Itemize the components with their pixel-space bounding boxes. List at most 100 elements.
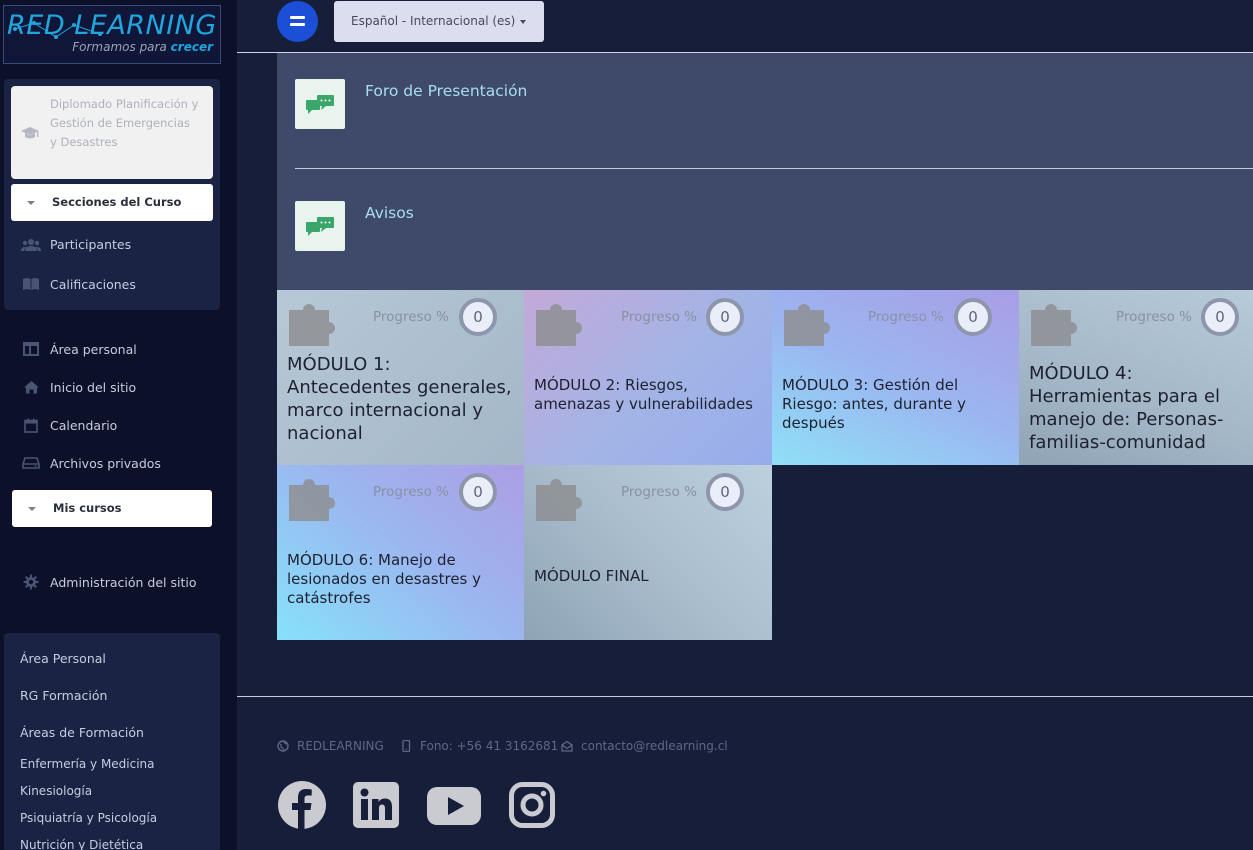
forum-link-announcements[interactable]: Avisos	[365, 204, 414, 222]
caret-down-icon	[27, 201, 35, 205]
hamburger-icon-bar	[290, 23, 305, 26]
forum-link-presentation[interactable]: Foro de Presentación	[365, 82, 527, 100]
progress-value: 0	[720, 483, 730, 501]
progress-label: Progreso %	[868, 309, 944, 325]
linkedin-icon[interactable]	[353, 782, 399, 828]
nav-item-dashboard[interactable]: Área personal	[20, 338, 137, 360]
nav-item-label: Inicio del sitio	[50, 379, 137, 395]
puzzle-icon	[784, 304, 830, 346]
puzzle-icon	[536, 479, 582, 521]
home-icon	[20, 379, 42, 395]
nav-item-home[interactable]: Inicio del sitio	[20, 376, 136, 398]
instagram-icon[interactable]	[509, 782, 555, 828]
progress-value: 0	[968, 308, 978, 326]
progress-ring: 0	[1201, 298, 1239, 336]
caret-down-icon	[28, 507, 36, 511]
link-nutrition-dietetics[interactable]: Nutrición y Dietética	[20, 838, 143, 850]
drive-icon	[20, 455, 42, 471]
link-rg-formacion[interactable]: RG Formación	[20, 688, 107, 703]
module-tile[interactable]: Progreso % 0 MÓDULO 2: Riesgos, amenazas…	[524, 290, 772, 465]
link-nursing-medicine[interactable]: Enfermería y Medicina	[20, 757, 155, 771]
sections-toggle[interactable]: Secciones del Curso	[11, 184, 213, 221]
nav-item-label: Archivos privados	[50, 455, 161, 471]
module-title: MÓDULO FINAL	[534, 567, 649, 585]
logo-tagline: Formamos para crecer	[72, 40, 213, 54]
course-link[interactable]: Diplomado Planificación y Gestión de Eme…	[11, 86, 213, 179]
link-psychiatry-psychology[interactable]: Psiquiatría y Psicología	[20, 811, 157, 825]
progress-ring: 0	[954, 298, 992, 336]
my-courses-toggle[interactable]: Mis cursos	[12, 490, 212, 527]
footer-email[interactable]: contacto@redlearning.cl	[561, 739, 728, 753]
users-icon	[20, 236, 42, 252]
logo-tagline-prefix: Formamos para	[72, 40, 167, 54]
puzzle-icon	[289, 304, 335, 346]
footer-phone[interactable]: Fono: +56 41 3162681	[400, 739, 558, 753]
link-kinesiology[interactable]: Kinesiología	[20, 784, 92, 798]
logo-tagline-emphasis: crecer	[170, 40, 213, 54]
sidebar: RED LEARNING Formamos para crecer Diplom…	[0, 0, 237, 850]
nav-item-calendar[interactable]: Calendario	[20, 414, 117, 436]
drawer-toggle-button[interactable]	[277, 1, 318, 42]
logo-wordmark: RED LEARNING	[7, 10, 217, 41]
forum-divider	[295, 168, 1253, 169]
progress-ring: 0	[706, 473, 744, 511]
forum-icon[interactable]	[295, 79, 345, 129]
progress-ring: 0	[459, 473, 497, 511]
puzzle-icon	[1031, 304, 1077, 346]
puzzle-icon	[536, 304, 582, 346]
module-title: MÓDULO 2: Riesgos, amenazas y vulnerabil…	[534, 376, 753, 413]
facebook-icon[interactable]	[277, 780, 327, 830]
book-icon	[20, 276, 42, 292]
envelope-open-icon	[561, 740, 573, 752]
nav-item-label: Administración del sitio	[50, 574, 197, 590]
nav-item-participants[interactable]: Participantes	[20, 233, 131, 255]
progress-value: 0	[473, 483, 483, 501]
nav-item-label: Área personal	[50, 341, 137, 357]
progress-ring: 0	[459, 298, 497, 336]
globe-icon	[277, 740, 289, 752]
puzzle-icon	[289, 479, 335, 521]
module-tile[interactable]: Progreso % 0 MÓDULO 4: Herramientas para…	[1019, 290, 1253, 465]
module-title: MÓDULO 1: Antecedentes generales, marco …	[287, 354, 512, 444]
dashboard-icon	[20, 341, 42, 357]
site-logo[interactable]: RED LEARNING Formamos para crecer	[3, 5, 221, 64]
footer-site-label: REDLEARNING	[297, 739, 384, 753]
progress-label: Progreso %	[1116, 309, 1192, 325]
nav-item-label: Calificaciones	[50, 276, 136, 292]
caret-down-icon	[520, 20, 526, 24]
progress-value: 0	[473, 308, 483, 326]
progress-label: Progreso %	[373, 309, 449, 325]
link-training-areas[interactable]: Áreas de Formación	[20, 725, 144, 740]
calendar-icon	[20, 417, 42, 433]
footer-email-label: contacto@redlearning.cl	[581, 739, 728, 753]
module-tile[interactable]: Progreso % 0 MÓDULO 1: Antecedentes gene…	[277, 290, 525, 465]
progress-value: 0	[1215, 308, 1225, 326]
gear-icon	[20, 574, 42, 590]
course-title: Diplomado Planificación y Gestión de Eme…	[50, 97, 199, 149]
my-courses-label: Mis cursos	[53, 501, 122, 515]
mobile-phone-icon	[402, 740, 411, 752]
progress-label: Progreso %	[621, 484, 697, 500]
nav-item-grades[interactable]: Calificaciones	[20, 273, 136, 295]
module-tile[interactable]: Progreso % 0 MÓDULO FINAL	[524, 465, 772, 640]
nav-item-label: Calendario	[50, 417, 118, 433]
language-selector-label: Español - Internacional (es)	[351, 14, 516, 28]
link-personal-area[interactable]: Área Personal	[20, 651, 106, 666]
footer-phone-label: Fono: +56 41 3162681	[420, 739, 559, 753]
nav-item-site-admin[interactable]: Administración del sitio	[20, 571, 197, 593]
footer-site[interactable]: REDLEARNING	[277, 739, 384, 753]
module-tile[interactable]: Progreso % 0 MÓDULO 6: Manejo de lesiona…	[277, 465, 525, 640]
nav-item-label: Participantes	[50, 236, 132, 252]
forum-icon[interactable]	[295, 201, 345, 251]
nav-item-private-files[interactable]: Archivos privados	[20, 452, 161, 474]
progress-ring: 0	[706, 298, 744, 336]
language-selector[interactable]: Español - Internacional (es)	[334, 1, 544, 42]
module-tile[interactable]: Progreso % 0 MÓDULO 3: Gestión del Riesg…	[772, 290, 1020, 465]
youtube-icon[interactable]	[427, 787, 481, 825]
graduation-cap-icon	[21, 127, 39, 139]
hamburger-icon	[290, 16, 305, 19]
progress-label: Progreso %	[621, 309, 697, 325]
progress-value: 0	[720, 308, 730, 326]
progress-label: Progreso %	[373, 484, 449, 500]
footer-divider	[237, 696, 1253, 697]
